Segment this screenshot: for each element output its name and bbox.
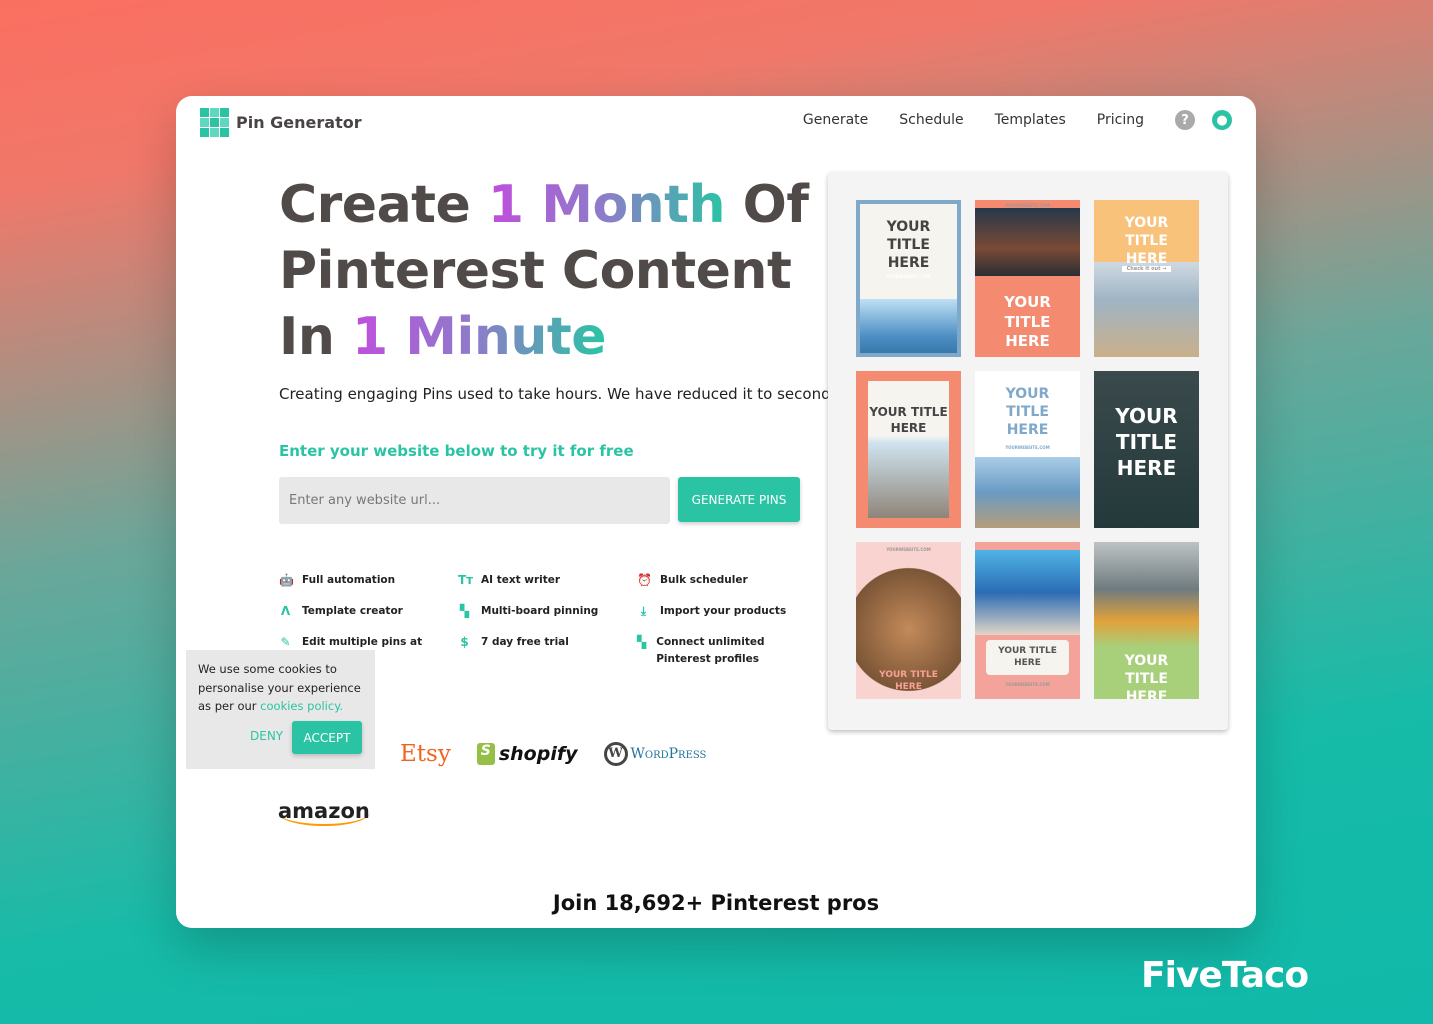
nav-generate[interactable]: Generate — [803, 112, 868, 128]
pin-template-preview[interactable]: YOUR TITLE HERE — [1094, 371, 1199, 528]
feature-item: ▚ Connect unlimited Pinterest profiles — [637, 634, 797, 668]
dollar-icon: $ — [460, 635, 469, 649]
feature-item: ⤓ Import your products — [637, 603, 797, 620]
nav-templates[interactable]: Templates — [995, 112, 1066, 128]
feature-item: Λ Template creator — [280, 604, 403, 618]
pin-photo — [860, 299, 957, 353]
pin-template-preview[interactable]: YOUR TITLE HERE YOURWEBSITE.COM — [975, 200, 1080, 357]
logo[interactable]: Pin Generator — [200, 108, 362, 137]
feature-item: ▚ Multi-board pinning — [459, 604, 599, 618]
nav-schedule[interactable]: Schedule — [899, 112, 963, 128]
android-icon: 🤖 — [279, 573, 294, 587]
dashboard-icon: ▚ — [459, 604, 470, 618]
cta-label: Enter your website below to try it for f… — [279, 442, 634, 460]
amazon-logo: amazon — [278, 799, 370, 826]
dashboard-icon: ▚ — [637, 635, 647, 649]
pin-template-preview[interactable]: YOUR TITLE HERE YOURWEBSITE.COM — [975, 542, 1080, 699]
subtitle: Creating engaging Pins used to take hour… — [279, 385, 844, 403]
brand-name: Pin Generator — [236, 113, 362, 132]
feature-item: Tт AI text writer — [458, 573, 561, 587]
feature-item: ⏰ Bulk scheduler — [637, 573, 748, 587]
cookie-banner: We use some cookies to personalise your … — [186, 650, 375, 769]
pin-template-preview[interactable]: YOUR TITLE HERE YOURWEBSITE.COM — [975, 371, 1080, 528]
pin-template-preview[interactable]: YOUR TITLE HERE YOURWEBSITE.COM — [856, 542, 961, 699]
cookies-policy-link[interactable]: cookies policy. — [260, 699, 343, 713]
pin-photo — [1094, 262, 1199, 357]
fivetaco-logo: FiveTaco — [1141, 955, 1309, 996]
pin-photo — [1094, 542, 1199, 647]
logo-icon — [200, 108, 229, 137]
pin-photo — [975, 457, 1080, 528]
feature-item: 🤖 Full automation — [279, 573, 396, 587]
download-icon: ⤓ — [640, 604, 647, 618]
nav-pricing[interactable]: Pricing — [1097, 112, 1144, 128]
feature-item: $7 day free trial — [458, 634, 637, 668]
top-nav: Generate Schedule Templates Pricing ? ● — [803, 110, 1232, 130]
question-circle-icon[interactable]: ? — [1175, 110, 1195, 130]
pin-template-preview[interactable]: YOUR TITLE HERE YOURWEBSITE.COM — [856, 200, 961, 357]
accept-button[interactable]: ACCEPT — [292, 721, 362, 754]
pin-photo — [868, 381, 949, 518]
pin-photo — [975, 550, 1080, 635]
browser-page: Pin Generator Generate Schedule Template… — [176, 96, 1256, 928]
deny-button[interactable]: DENY — [250, 727, 283, 746]
shopify-logo: Sshopify — [476, 743, 578, 766]
generate-pins-button[interactable]: GENERATE PINS — [678, 477, 800, 522]
pin-template-preview[interactable]: YOUR TITLE HERE — [856, 371, 961, 528]
page-title: Create 1 Month Of Pinterest Content In 1… — [279, 175, 809, 367]
wordpress-icon: W — [603, 742, 628, 766]
compass-drawing-icon: Λ — [280, 604, 291, 618]
alarm-clock-icon: ⏰ — [637, 573, 652, 587]
shopify-bag-icon: S — [476, 743, 495, 766]
website-url-input[interactable] — [279, 477, 670, 524]
pin-template-preview[interactable]: YOUR TITLE HERE — [1094, 542, 1199, 699]
etsy-logo: Etsy — [400, 741, 451, 767]
social-proof: Join 18,692+ Pinterest pros — [552, 891, 880, 915]
wordpress-logo: W WordPress — [603, 742, 706, 766]
user-circle-icon[interactable]: ● — [1212, 110, 1232, 130]
pin-preview-grid: YOUR TITLE HERE YOURWEBSITE.COM YOUR TITLE… — [828, 172, 1228, 730]
text-size-icon: Tт — [458, 573, 474, 587]
pin-template-preview[interactable]: YOUR TITLE HERE Check it out → — [1094, 200, 1199, 357]
pin-photo — [975, 208, 1080, 276]
